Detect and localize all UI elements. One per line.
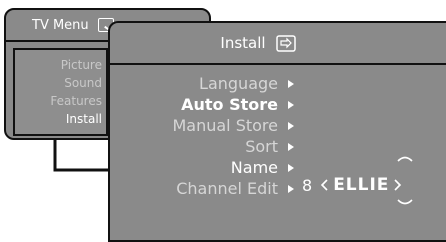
install-item-label: Manual Store [172, 116, 278, 135]
install-item-manual-store[interactable]: Manual Store [172, 115, 294, 136]
install-item-label: Language [199, 74, 278, 93]
install-item-auto-store[interactable]: Auto Store [181, 94, 294, 115]
install-item-sort[interactable]: Sort [245, 136, 294, 157]
tv-menu-item-install[interactable]: Install [66, 110, 102, 128]
tv-menu-item-sound[interactable]: Sound [64, 74, 102, 92]
name-editor[interactable]: 8 ELLIE [302, 156, 413, 205]
arrow-right-icon [288, 142, 294, 151]
tv-menu-list-box: Picture Sound Features Install [13, 48, 108, 136]
install-icon [275, 34, 296, 52]
arrow-right-icon [288, 163, 294, 172]
install-item-label: Channel Edit [176, 179, 278, 198]
install-header: Install [110, 23, 446, 65]
nav-left-icon[interactable] [320, 179, 329, 191]
install-panel: Install Language Auto Store Manual Store… [108, 21, 446, 242]
nav-right-icon[interactable] [393, 179, 402, 191]
arrow-right-icon [288, 79, 294, 88]
arrow-right-icon [288, 184, 294, 193]
tv-menu-item-picture[interactable]: Picture [61, 56, 102, 74]
nav-down-icon[interactable] [397, 199, 413, 206]
tv-menu-list: Picture Sound Features Install [50, 56, 102, 128]
install-title: Install [220, 34, 266, 52]
tv-menu-title: TV Menu [32, 17, 89, 33]
install-item-label: Auto Store [181, 95, 278, 114]
install-item-label: Sort [245, 137, 278, 156]
name-value[interactable]: ELLIE [333, 175, 389, 195]
install-menu-list: Language Auto Store Manual Store Sort Na… [172, 73, 294, 199]
install-item-label: Name [230, 158, 278, 177]
channel-number: 8 [302, 175, 313, 195]
nav-up-icon[interactable] [397, 155, 413, 162]
install-body: Language Auto Store Manual Store Sort Na… [114, 65, 446, 240]
install-item-language[interactable]: Language [199, 73, 294, 94]
arrow-right-icon [288, 121, 294, 130]
tv-menu-item-features[interactable]: Features [50, 92, 102, 110]
install-item-name[interactable]: Name [230, 157, 294, 178]
arrow-right-icon [288, 100, 294, 109]
install-item-channel-edit[interactable]: Channel Edit [176, 178, 294, 199]
